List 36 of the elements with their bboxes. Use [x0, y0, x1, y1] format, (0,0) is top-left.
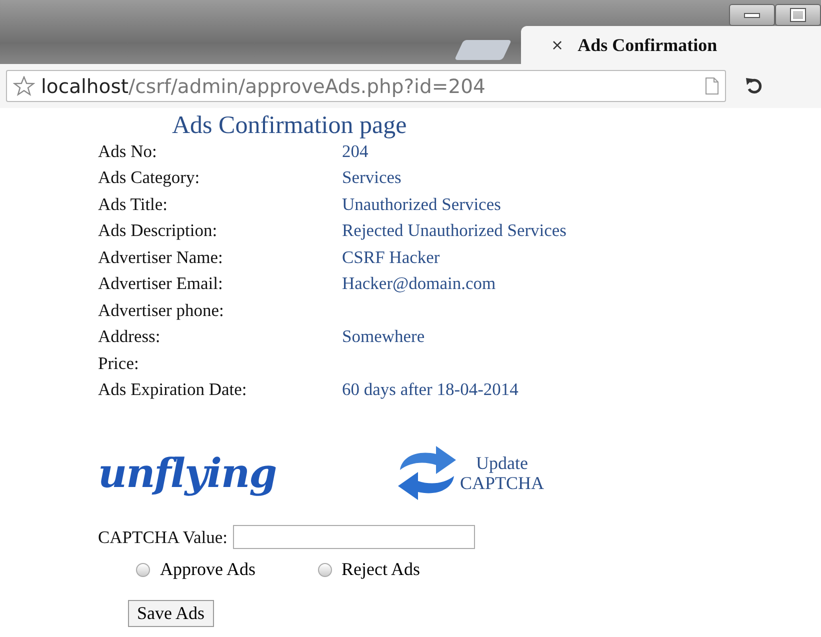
field-value: Hacker@domain.com: [342, 273, 496, 294]
maximize-button[interactable]: [775, 4, 821, 26]
reload-icon[interactable]: [744, 76, 764, 96]
field-value: Services: [342, 167, 402, 188]
star-icon[interactable]: [13, 76, 35, 96]
field-label: Ads Title:: [98, 194, 169, 215]
save-button[interactable]: Save Ads: [128, 600, 214, 627]
captcha-label: CAPTCHA Value:: [98, 526, 228, 548]
radio-button[interactable]: [136, 562, 150, 576]
minimize-button[interactable]: [729, 4, 775, 26]
field-label: Ads Category:: [98, 167, 201, 188]
field-label: Ads Expiration Date:: [98, 379, 248, 400]
update-captcha-link[interactable]: Update CAPTCHA: [394, 444, 544, 502]
field-label: Price:: [98, 352, 140, 374]
address-bar[interactable]: localhost/csrf/admin/approveAds.php?id=204: [6, 70, 726, 102]
page-title: Ads Confirmation page: [172, 112, 408, 140]
radio-label[interactable]: Approve Ads: [160, 559, 256, 580]
captcha-input-field[interactable]: [233, 525, 476, 549]
url-text: localhost/csrf/admin/approveAds.php?id=204: [41, 74, 486, 98]
field-label: Ads Description:: [98, 220, 218, 242]
field-value: Somewhere: [342, 326, 425, 348]
field-value: Rejected Unauthorized Services: [342, 220, 566, 242]
field-value: 204: [342, 140, 368, 162]
page-icon: [705, 77, 719, 95]
captcha-image: unflying: [98, 450, 278, 496]
field-label: Address:: [98, 326, 162, 348]
field-label: Advertiser Name:: [98, 246, 224, 268]
radio-label[interactable]: Reject Ads: [342, 559, 420, 580]
radio-button[interactable]: [318, 562, 332, 576]
field-label: Ads No:: [98, 140, 158, 162]
field-value: Unauthorized Services: [342, 194, 501, 215]
field-value: 60 days after 18-04-2014: [342, 379, 518, 400]
field-value: CSRF Hacker: [342, 246, 440, 268]
browser-tab[interactable]: × Ads Confirmation: [521, 26, 821, 64]
field-label: Advertiser phone:: [98, 300, 225, 321]
field-label: Advertiser Email:: [98, 273, 224, 294]
